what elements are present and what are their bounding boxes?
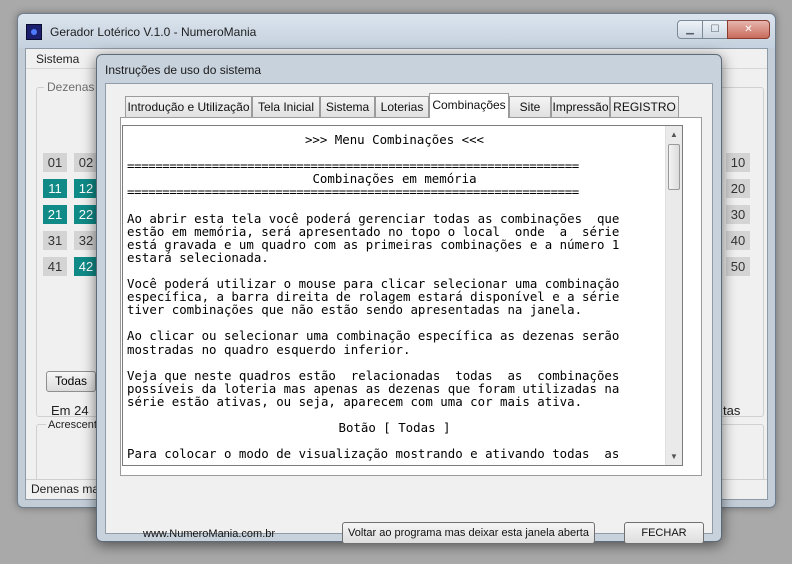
text-line: Botão [ Todas ] — [338, 420, 451, 436]
number-cell[interactable]: 42 — [74, 257, 98, 276]
acrescentar-group-label: Acrescent — [46, 419, 99, 431]
dialog-title: Instruções de uso do sistema — [105, 63, 262, 77]
number-cell[interactable]: 32 — [74, 231, 98, 250]
keep-open-button[interactable]: Voltar ao programa mas deixar esta janel… — [342, 522, 595, 544]
number-cell[interactable]: 11 — [43, 179, 67, 198]
number-cell[interactable]: 22 — [74, 205, 98, 224]
text-line: ========================================… — [127, 185, 579, 199]
text-line — [127, 356, 662, 369]
text-line — [127, 146, 662, 159]
tab-site[interactable]: Site — [509, 96, 551, 117]
numeromania-link[interactable]: www.NumeroMania.com.br — [143, 528, 275, 540]
text-line: estará selecionada. — [127, 249, 269, 265]
number-cell[interactable]: 21 — [43, 205, 67, 224]
close-window-button[interactable]: ✕ — [727, 20, 770, 39]
scroll-up-arrow-icon[interactable]: ▲ — [666, 126, 682, 143]
text-line: >>> Menu Combinações <<< — [304, 132, 485, 147]
right-counter-text: tas — [723, 403, 741, 418]
tab-impress-o[interactable]: Impressão — [551, 96, 610, 117]
app-icon — [26, 24, 42, 40]
scroll-down-arrow-icon[interactable]: ▼ — [666, 448, 682, 465]
minimize-button[interactable]: ▁ — [677, 20, 703, 39]
menu-sistema[interactable]: Sistema — [36, 52, 79, 66]
number-cell[interactable]: 50 — [726, 257, 750, 276]
text-line: Veja que neste quadros estão relacionada… — [127, 367, 620, 383]
tab-tela-inicial[interactable]: Tela Inicial — [252, 96, 320, 117]
text-line: Ao clicar ou selecionar uma combinação e… — [127, 328, 620, 344]
todas-button[interactable]: Todas — [46, 371, 96, 392]
tab-combina-es[interactable]: Combinações — [429, 93, 509, 118]
number-cell[interactable]: 30 — [726, 205, 750, 224]
text-line: Combinações em memória — [312, 171, 477, 187]
tab-sistema[interactable]: Sistema — [320, 96, 375, 117]
instructions-text-box[interactable]: >>> Menu Combinações <<< ================… — [122, 125, 683, 466]
tab-loterias[interactable]: Loterias — [375, 96, 429, 117]
instructions-dialog: Instruções de uso do sistema Introdução … — [96, 54, 722, 544]
text-line — [127, 198, 662, 211]
tab-introdu-o-e-utiliza-o[interactable]: Introdução e Utilização — [125, 96, 252, 117]
number-cell[interactable]: 02 — [74, 153, 98, 172]
text-line: tiver combinações que não estão sendo ap… — [127, 302, 583, 318]
text-line: possíveis da loteria mas apenas as dezen… — [127, 380, 620, 396]
number-cell[interactable]: 12 — [74, 179, 98, 198]
main-window-title: Gerador Lotérico V.1.0 - NumeroMania — [50, 25, 257, 39]
scrollbar-thumb[interactable] — [668, 144, 680, 190]
vertical-scrollbar[interactable]: ▲ ▼ — [665, 126, 682, 465]
main-title-bar[interactable]: Gerador Lotérico V.1.0 - NumeroMania ▁ ☐… — [18, 14, 775, 48]
maximize-button[interactable]: ☐ — [702, 20, 728, 39]
text-line: está gravada e um quadro com as primeira… — [127, 236, 620, 252]
status-text: Denenas ma — [31, 482, 100, 496]
number-cell[interactable]: 01 — [43, 153, 67, 172]
number-cell[interactable]: 31 — [43, 231, 67, 250]
text-line: Para colocar o modo de visualização most… — [127, 446, 620, 462]
number-cell[interactable]: 20 — [726, 179, 750, 198]
instructions-text[interactable]: >>> Menu Combinações <<< ================… — [123, 126, 666, 465]
dialog-client-area: Introdução e Utilização Tela Inicial Siste… — [105, 83, 713, 544]
tab-registro[interactable]: REGISTRO — [610, 96, 679, 117]
text-line: estão em memória, será apresentado no to… — [127, 223, 620, 239]
em-counter-text: Em 24 — [51, 403, 89, 418]
text-line: mostradas no quadro esquerdo inferior. — [127, 341, 411, 357]
text-line: Ao abrir esta tela você poderá gerenciar… — [127, 210, 620, 226]
fechar-button[interactable]: FECHAR — [624, 522, 704, 544]
number-cell[interactable]: 41 — [43, 257, 67, 276]
number-cell[interactable]: 10 — [726, 153, 750, 172]
number-cell[interactable]: 40 — [726, 231, 750, 250]
text-line: série estão ativas, ou seja, aparecem co… — [127, 393, 583, 409]
